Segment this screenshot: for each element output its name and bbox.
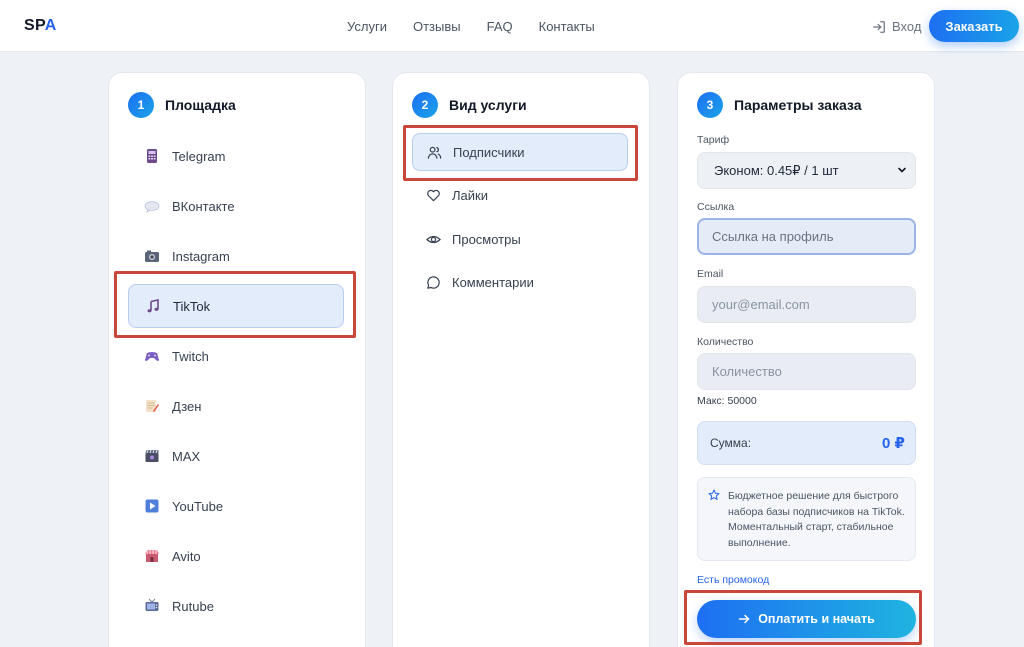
arrow-right-icon: [738, 614, 750, 624]
users-icon: [427, 146, 442, 159]
sum-value: 0 ₽: [882, 435, 905, 452]
login-link[interactable]: Вход: [872, 19, 921, 34]
platform-item-dzen[interactable]: Дзен: [128, 384, 344, 428]
logo[interactable]: SPA: [24, 17, 57, 35]
nav-faq[interactable]: FAQ: [487, 19, 513, 34]
step-number-3: 3: [697, 92, 723, 118]
nav-services[interactable]: Услуги: [347, 19, 387, 34]
platform-label-tiktok: TikTok: [173, 298, 211, 314]
link-label: Ссылка: [697, 201, 735, 213]
chevron-down-icon: [898, 167, 906, 173]
dzen-icon: [144, 398, 160, 414]
service-label-subscribers: Подписчики: [453, 144, 525, 160]
service-label-comments: Комментарии: [452, 274, 534, 290]
order-button[interactable]: Заказать: [929, 10, 1019, 42]
platform-item-max[interactable]: MAX: [128, 434, 344, 478]
platform-item-twitch[interactable]: Twitch: [128, 334, 344, 378]
platform-label-youtube: YouTube: [172, 498, 224, 514]
service-item-comments[interactable]: Комментарии: [412, 263, 628, 301]
platform-card-header: 1 Площадка: [128, 92, 236, 118]
login-icon: [873, 20, 885, 33]
quantity-label: Количество: [697, 336, 754, 348]
twitch-icon: [144, 348, 160, 364]
tariff-value: Эконом: 0.45₽ / 1 шт: [714, 162, 839, 178]
order-params-card: 3 Параметры заказа Тариф Эконом: 0.45₽ /…: [677, 72, 935, 647]
service-label-views: Просмотры: [452, 231, 521, 247]
platform-label-vk: ВКонтакте: [172, 198, 235, 214]
pay-and-start-button[interactable]: Оплатить и начать: [697, 600, 916, 638]
star-icon: [708, 489, 720, 500]
platform-label-rutube: Rutube: [172, 598, 214, 614]
tariff-label: Тариф: [697, 134, 730, 146]
promo-code-link[interactable]: Есть промокод: [697, 574, 769, 586]
login-label: Вход: [892, 19, 922, 34]
max-icon: [144, 448, 160, 464]
eye-icon: [426, 235, 441, 243]
platform-item-vk[interactable]: ВКонтакте: [128, 184, 344, 228]
logo-text-part1: SP: [24, 17, 45, 34]
platform-label-avito: Avito: [172, 548, 201, 564]
tariff-info-box: Бюджетное решение для быстрого набора ба…: [697, 477, 916, 561]
service-item-views[interactable]: Просмотры: [412, 220, 628, 258]
instagram-icon: [144, 248, 160, 264]
service-label-likes: Лайки: [452, 187, 488, 203]
vk-icon: [144, 198, 160, 214]
platform-item-rutube[interactable]: Rutube: [128, 584, 344, 628]
service-item-subscribers[interactable]: Подписчики: [412, 133, 628, 171]
platform-item-telegram[interactable]: Telegram: [128, 134, 344, 178]
platform-label-dzen: Дзен: [172, 398, 202, 414]
service-card-header: 2 Вид услуги: [412, 92, 527, 118]
telegram-icon: [144, 148, 160, 164]
youtube-icon: [144, 498, 160, 514]
main-nav: Услуги Отзывы FAQ Контакты: [347, 19, 595, 34]
tariff-select[interactable]: Эконом: 0.45₽ / 1 шт: [697, 152, 916, 189]
order-params-title: Параметры заказа: [734, 97, 862, 113]
heart-icon: [427, 189, 440, 201]
top-header: SPA Услуги Отзывы FAQ Контакты Вход Зака…: [0, 0, 1024, 52]
quantity-max-note: Макс: 50000: [697, 395, 757, 407]
platform-item-avito[interactable]: Avito: [128, 534, 344, 578]
link-input[interactable]: Ссылка на профиль: [697, 218, 916, 255]
pay-button-label: Оплатить и начать: [758, 612, 875, 626]
order-params-header: 3 Параметры заказа: [697, 92, 861, 118]
comment-icon: [427, 275, 440, 289]
platform-label-instagram: Instagram: [172, 248, 230, 264]
nav-contacts[interactable]: Контакты: [539, 19, 595, 34]
platform-item-youtube[interactable]: YouTube: [128, 484, 344, 528]
platform-label-telegram: Telegram: [172, 148, 226, 164]
platform-label-max: MAX: [172, 448, 201, 464]
service-card-title: Вид услуги: [449, 97, 527, 113]
avito-icon: [144, 548, 160, 564]
sum-label: Сумма:: [710, 436, 752, 450]
service-item-likes[interactable]: Лайки: [412, 176, 628, 214]
platform-card-title: Площадка: [165, 97, 236, 113]
service-card: 2 Вид услуги Подписчики Лайки Просмотры …: [392, 72, 650, 647]
rutube-icon: [144, 598, 160, 614]
platform-label-twitch: Twitch: [172, 348, 209, 364]
step-number-1: 1: [128, 92, 154, 118]
step-number-2: 2: [412, 92, 438, 118]
quantity-input[interactable]: Количество: [697, 353, 916, 390]
sum-box: Сумма: 0 ₽: [697, 421, 916, 465]
logo-text-part2: A: [44, 17, 57, 34]
email-input[interactable]: your@email.com: [697, 286, 916, 323]
tariff-info-text: Бюджетное решение для быстрого набора ба…: [728, 490, 905, 549]
platform-card: 1 Площадка Telegram ВКонтакте Instagram …: [108, 72, 366, 647]
email-label: Email: [697, 268, 724, 280]
nav-reviews[interactable]: Отзывы: [413, 19, 461, 34]
platform-item-tiktok[interactable]: TikTok: [128, 284, 344, 328]
tiktok-icon: [145, 298, 161, 314]
platform-item-instagram[interactable]: Instagram: [128, 234, 344, 278]
